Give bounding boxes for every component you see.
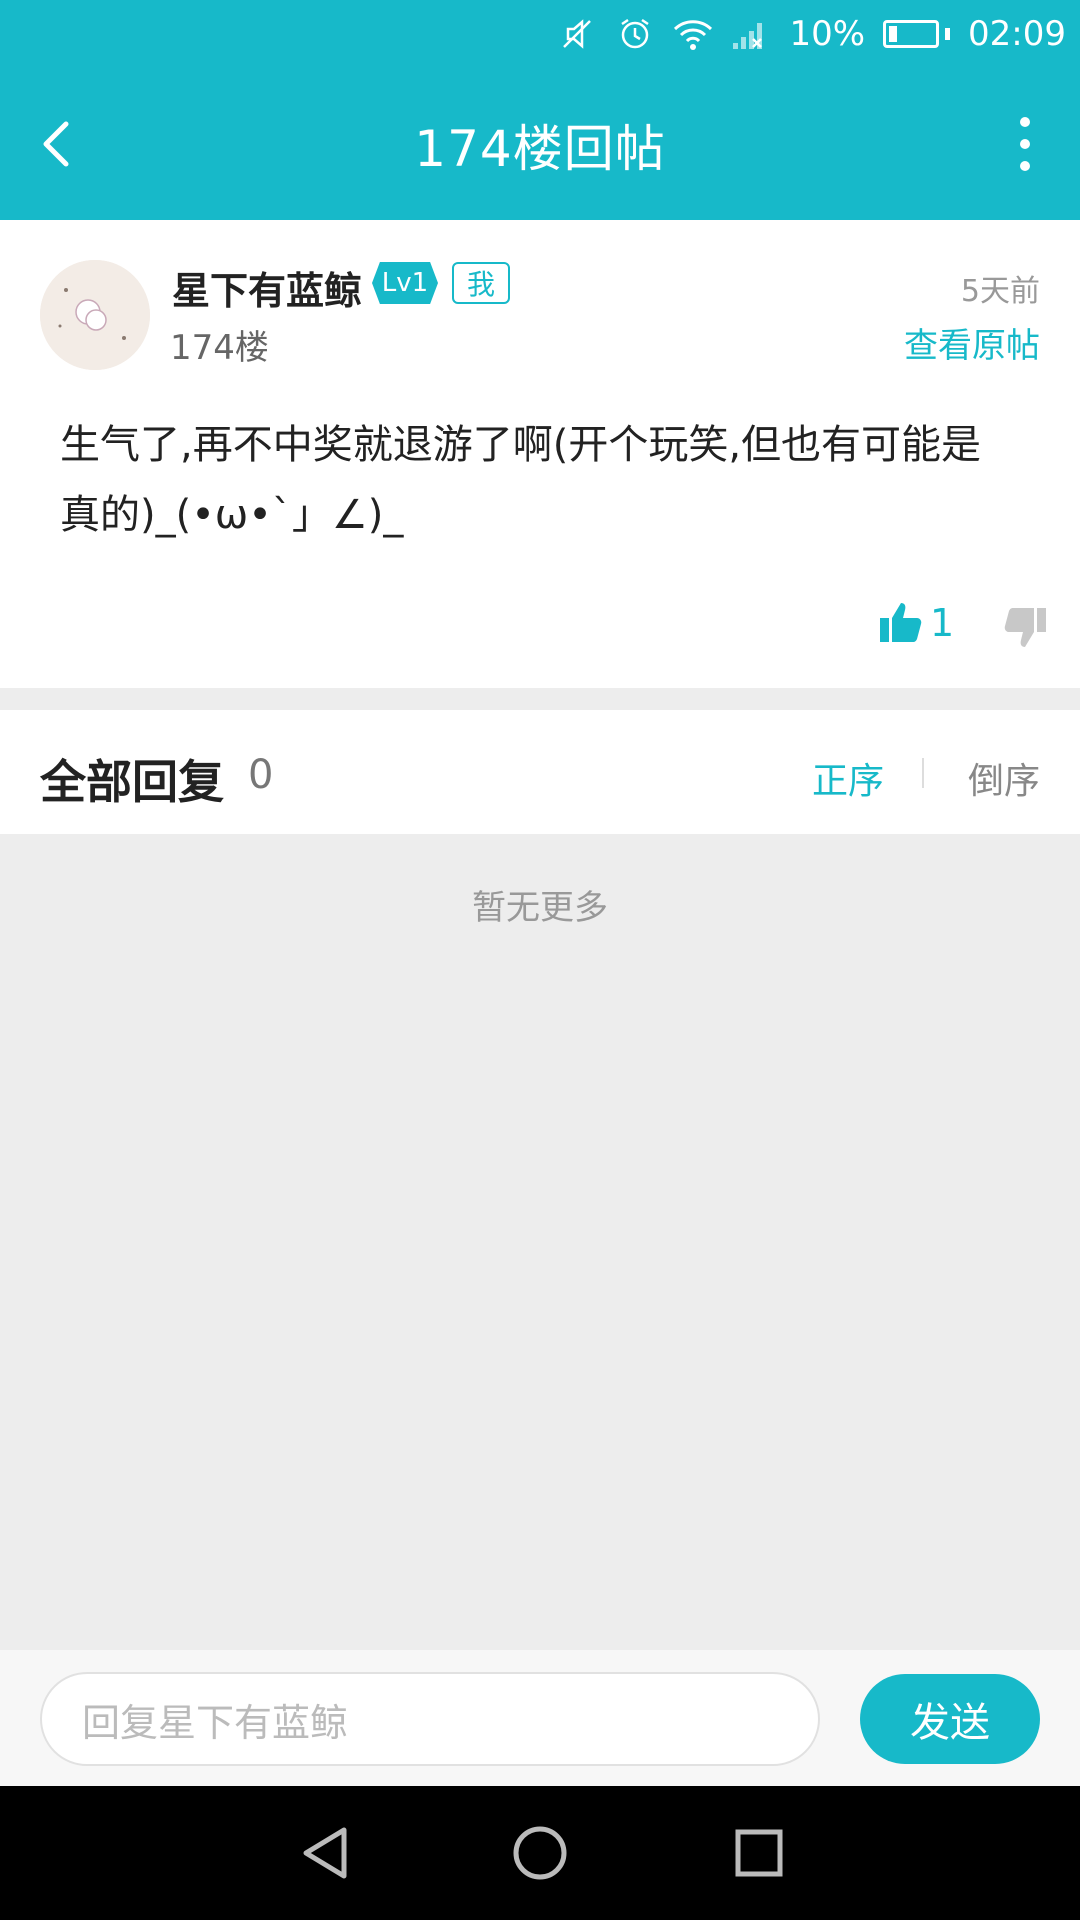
signal-icon <box>731 14 771 54</box>
like-count: 1 <box>930 601 955 645</box>
thumbs-up-icon <box>880 603 922 642</box>
system-nav-bar <box>0 1786 1080 1920</box>
status-time: 02:09 <box>968 14 1066 54</box>
avatar[interactable] <box>40 260 150 370</box>
more-vertical-icon <box>1020 117 1030 171</box>
post-card: 星下有蓝鲸 Lv1 我 174楼 5天前 查看原帖 生气了,再不中奖就退游了啊(… <box>0 220 1080 688</box>
username[interactable]: 星下有蓝鲸 <box>172 260 362 315</box>
battery-icon <box>883 20 951 48</box>
back-button[interactable] <box>30 114 90 174</box>
thumbs-down-icon <box>1004 608 1046 647</box>
level-badge: Lv1 <box>372 262 438 304</box>
sort-divider <box>922 758 924 788</box>
square-recents-icon <box>735 1829 783 1877</box>
battery-percent: 10% <box>789 14 866 54</box>
like-button[interactable]: 1 <box>878 600 954 646</box>
alarm-icon <box>615 14 655 54</box>
dislike-button[interactable] <box>1002 604 1048 650</box>
send-button[interactable]: 发送 <box>860 1674 1040 1764</box>
nav-home-button[interactable] <box>505 1818 575 1888</box>
triangle-back-icon <box>303 1827 347 1879</box>
reply-input[interactable]: 回复星下有蓝鲸 <box>40 1672 820 1766</box>
replies-header: 全部回复 0 正序 倒序 <box>0 710 1080 834</box>
status-bar: 10% 02:09 <box>557 12 1066 56</box>
post-content: 生气了,再不中奖就退游了啊(开个玩笑,但也有可能是真的)_(•ω•`」∠)_ <box>60 422 982 538</box>
nav-recents-button[interactable] <box>724 1818 794 1888</box>
circle-home-icon <box>513 1826 567 1880</box>
view-original-link[interactable]: 查看原帖 <box>904 318 1040 367</box>
app-header: 174楼回帖 <box>0 90 1080 200</box>
sort-ascending-button[interactable]: 正序 <box>812 752 884 804</box>
more-button[interactable] <box>1010 112 1040 176</box>
chevron-left-icon <box>43 121 69 167</box>
post-time: 5天前 <box>960 274 1040 309</box>
wifi-icon <box>673 14 713 54</box>
page-title: 174楼回帖 <box>414 120 666 178</box>
replies-count: 0 <box>248 752 274 798</box>
replies-title: 全部回复 <box>40 755 224 809</box>
empty-state-text: 暂无更多 <box>472 888 608 928</box>
nav-back-button[interactable] <box>292 1818 362 1888</box>
sort-descending-button[interactable]: 倒序 <box>968 752 1040 804</box>
reply-bar: 回复星下有蓝鲸 发送 <box>0 1650 1080 1786</box>
mute-icon <box>557 14 597 54</box>
top-bar: 10% 02:09 174楼回帖 <box>0 0 1080 220</box>
me-badge: 我 <box>452 262 510 304</box>
floor-number: 174楼 <box>170 328 269 368</box>
